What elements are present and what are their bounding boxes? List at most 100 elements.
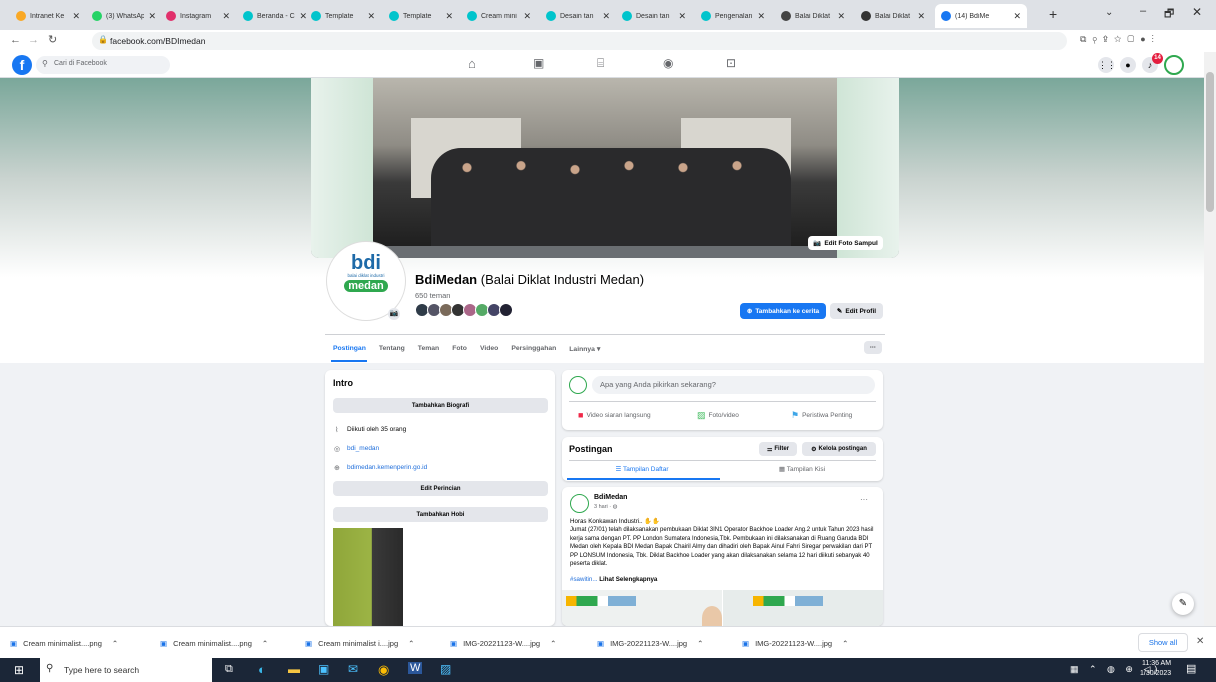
browser-tab[interactable]: (3) WhatsAp ✕ [86, 4, 162, 28]
edge-icon[interactable]: ◐ [258, 662, 266, 677]
browser-tab[interactable]: Pengenalan ✕ [695, 4, 771, 28]
back-icon[interactable]: ← [10, 34, 21, 46]
post-image-1[interactable] [562, 590, 722, 626]
browser-tab[interactable]: Desain tan ✕ [540, 4, 616, 28]
friend-avatars[interactable] [415, 303, 523, 317]
add-bio-button[interactable]: Tambahkan Biografi [333, 398, 548, 413]
translate-icon[interactable]: ⧉ [1080, 34, 1092, 44]
download-chevron-icon[interactable]: ⌃ [550, 639, 556, 648]
post-options-button[interactable]: ··· [860, 495, 868, 504]
website-link[interactable]: bdimedan.kemenperin.go.id [347, 464, 427, 471]
tab-close-icon[interactable]: ✕ [367, 11, 375, 22]
tab-close-icon[interactable]: ✕ [602, 11, 610, 22]
tab-close-icon[interactable]: ✕ [917, 11, 925, 22]
tab-close-icon[interactable]: ✕ [148, 11, 156, 22]
tab-close-icon[interactable]: ✕ [678, 11, 686, 22]
photo-video-button[interactable]: ▨ Foto/video [697, 410, 739, 421]
facebook-logo[interactable]: f [12, 55, 32, 75]
clock-time[interactable]: 11:36 AM [1142, 660, 1171, 667]
profile-nav-tab[interactable]: Tentang [379, 345, 405, 359]
store-icon[interactable]: ▣ [318, 662, 329, 676]
download-item[interactable]: ▣ IMG-20221123-W....jpg ⌃ [450, 635, 556, 651]
download-item[interactable]: ▣ IMG-20221123-W....jpg ⌃ [742, 635, 848, 651]
composer-input[interactable]: Apa yang Anda pikirkan sekarang? [592, 376, 875, 394]
windows-start-icon[interactable]: ⊞ [14, 663, 24, 677]
browser-tab[interactable]: Template ✕ [305, 4, 381, 28]
new-tab-button[interactable]: + [1049, 6, 1057, 22]
clock-date[interactable]: 1/30/2023 [1140, 670, 1171, 677]
messenger-icon[interactable]: ● [1120, 57, 1136, 73]
action-center-icon[interactable]: ▤ [1186, 662, 1196, 675]
profile-nav-tab[interactable]: Persinggahan [511, 345, 556, 359]
download-chevron-icon[interactable]: ⌃ [262, 639, 268, 648]
browser-tab[interactable]: Balai Diklat ✕ [855, 4, 931, 28]
download-chevron-icon[interactable]: ⌃ [112, 639, 118, 648]
chrome-icon[interactable]: ◉ [378, 662, 389, 678]
bookmark-star-icon[interactable]: ☆ [1114, 34, 1127, 44]
tab-close-icon[interactable]: ✕ [445, 11, 453, 22]
profile-nav-tab[interactable]: Postingan [333, 345, 366, 359]
taskbar-search[interactable]: ⚲ Type here to search [40, 658, 212, 682]
watch-icon[interactable]: ▣ [533, 56, 544, 70]
tab-close-icon[interactable]: ✕ [523, 11, 531, 22]
download-item[interactable]: ▣ Cream minimalist....png ⌃ [10, 635, 118, 651]
edit-cover-button[interactable]: 📷 Edit Foto Sampul [808, 236, 883, 250]
cover-photo[interactable]: 📷 Edit Foto Sampul [311, 78, 899, 258]
download-item[interactable]: ▣ IMG-20221123-W....jpg ⌃ [597, 635, 703, 651]
browser-tab[interactable]: Intranet Ke ✕ [10, 4, 86, 28]
download-item[interactable]: ▣ Cream minimalist i....jpg ⌃ [305, 635, 414, 651]
instagram-link[interactable]: bdi_medan [347, 445, 379, 452]
task-view-icon[interactable]: ⧉ [225, 663, 233, 676]
show-all-button[interactable]: Show all [1138, 633, 1188, 652]
tab-close-icon[interactable]: ✕ [72, 11, 80, 22]
live-video-button[interactable]: ■ Video siaran langsung [578, 410, 651, 420]
account-avatar[interactable] [1164, 55, 1184, 75]
hashtag-link[interactable]: #sawitin... [570, 576, 598, 583]
tab-close-icon[interactable]: ✕ [1013, 11, 1021, 22]
zoom-icon[interactable]: ⚲ [1092, 34, 1102, 44]
friends-count[interactable]: 650 teman [415, 291, 450, 300]
menu-grid-icon[interactable]: ⋮⋮ [1098, 57, 1116, 73]
browser-tab[interactable]: Instagram ✕ [160, 4, 236, 28]
browser-tab[interactable]: Balai Diklat ✕ [775, 4, 851, 28]
download-chevron-icon[interactable]: ⌃ [697, 639, 703, 648]
tab-close-icon[interactable]: ✕ [757, 11, 765, 22]
post-author[interactable]: BdiMedan [594, 494, 627, 501]
download-chevron-icon[interactable]: ⌃ [842, 639, 848, 648]
featured-photo[interactable] [333, 528, 403, 626]
menu-dots-icon[interactable]: ⋮ [1152, 34, 1160, 44]
post-avatar[interactable] [570, 494, 589, 513]
browser-tab[interactable]: Beranda - C ✕ [237, 4, 313, 28]
browser-tab[interactable]: Template ✕ [383, 4, 459, 28]
gaming-icon[interactable]: ⊡ [726, 56, 736, 70]
download-item[interactable]: ▣ Cream minimalist....png ⌃ [160, 635, 268, 651]
facebook-search[interactable]: ⚲ Cari di Facebook [36, 56, 170, 74]
url-field[interactable]: 🔒 facebook.com/BDImedan [92, 32, 1067, 50]
page-scrollbar[interactable] [1204, 52, 1216, 626]
minimize-button[interactable]: – [1140, 5, 1146, 17]
profile-camera-icon[interactable]: 📷 [388, 308, 400, 320]
tab-close-icon[interactable]: ✕ [222, 11, 230, 22]
add-hobby-button[interactable]: Tambahkan Hobi [333, 507, 548, 522]
profile-nav-tab[interactable]: Foto [452, 345, 467, 359]
tab-search-icon[interactable]: ⌄ [1105, 7, 1113, 18]
sidepanel-icon[interactable]: ▢ [1127, 34, 1140, 44]
add-story-button[interactable]: ⊕ Tambahkan ke cerita [740, 303, 826, 319]
marketplace-icon[interactable]: ⌸ [597, 56, 604, 71]
home-icon[interactable]: ⌂ [468, 56, 476, 71]
mail-icon[interactable]: ✉ [348, 662, 358, 676]
tab-grid-view[interactable]: ▦ Tampilan Kisi [722, 462, 882, 480]
post-image-2[interactable] [723, 590, 883, 626]
close-downloads-icon[interactable]: ✕ [1196, 636, 1204, 647]
new-message-button[interactable]: ✎ [1172, 593, 1194, 615]
see-more-link[interactable]: Lihat Selengkapnya [599, 576, 657, 583]
edit-details-button[interactable]: Edit Perincian [333, 481, 548, 496]
profile-nav-tab[interactable]: Lainnya ▾ [569, 345, 600, 359]
profile-icon[interactable]: ● [1140, 34, 1151, 44]
profile-nav-tab[interactable]: Video [480, 345, 498, 359]
photos-icon[interactable]: ▨ [440, 662, 451, 676]
word-icon[interactable]: W [408, 662, 423, 674]
restore-button[interactable]: 🗗 [1164, 5, 1174, 24]
life-event-button[interactable]: ⚑ Peristiwa Penting [791, 410, 852, 421]
reload-icon[interactable]: ↻ [48, 33, 57, 46]
